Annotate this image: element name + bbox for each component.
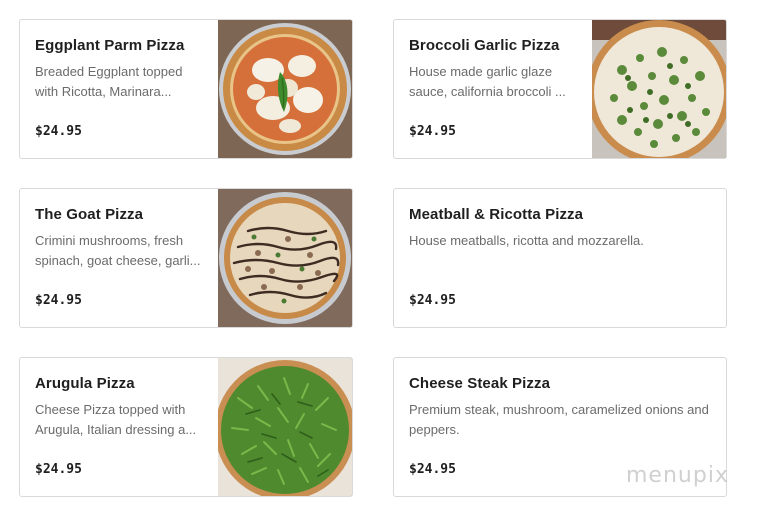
menu-item-description: Crimini mushrooms, fresh spinach, goat c… xyxy=(35,233,201,268)
menu-item-price: $24.95 xyxy=(409,293,456,308)
menu-item-description: Breaded Eggplant topped with Ricotta, Ma… xyxy=(35,64,183,99)
menu-item-info: Eggplant Parm Pizza Breaded Eggplant top… xyxy=(35,20,205,158)
watermark: menupix xyxy=(626,463,729,488)
menu-item-description: Premium steak, mushroom, caramelized oni… xyxy=(409,402,709,437)
menu-item-price: $24.95 xyxy=(409,124,456,139)
menu-item-name: Broccoli Garlic Pizza xyxy=(409,37,560,54)
menu-item-card[interactable]: The Goat Pizza Crimini mushrooms, fresh … xyxy=(19,188,353,328)
eggplant-parm-pizza-photo xyxy=(218,20,352,158)
menu-item-card[interactable]: Arugula Pizza Cheese Pizza topped with A… xyxy=(19,357,353,497)
menu-grid: Eggplant Parm Pizza Breaded Eggplant top… xyxy=(0,0,780,509)
menu-item-info: Broccoli Garlic Pizza House made garlic … xyxy=(409,20,579,158)
menu-item-info: Meatball & Ricotta Pizza House meatballs… xyxy=(409,189,715,327)
menu-item-description: Cheese Pizza topped with Arugula, Italia… xyxy=(35,402,197,437)
menu-item-description: House meatballs, ricotta and mozzarella. xyxy=(409,233,644,248)
goat-pizza-photo xyxy=(218,189,352,327)
menu-item-price: $24.95 xyxy=(35,293,82,308)
menu-item-description: House made garlic glaze sauce, californi… xyxy=(409,64,566,99)
menu-item-card[interactable]: Broccoli Garlic Pizza House made garlic … xyxy=(393,19,727,159)
broccoli-garlic-pizza-photo xyxy=(592,20,726,158)
menu-item-name: Meatball & Ricotta Pizza xyxy=(409,206,584,223)
menu-item-name: The Goat Pizza xyxy=(35,206,144,223)
menu-item-name: Arugula Pizza xyxy=(35,375,135,392)
menu-item-name: Cheese Steak Pizza xyxy=(409,375,551,392)
menu-item-name: Eggplant Parm Pizza xyxy=(35,37,185,54)
menu-item-price: $24.95 xyxy=(35,462,82,477)
menu-item-card[interactable]: Eggplant Parm Pizza Breaded Eggplant top… xyxy=(19,19,353,159)
menu-item-info: The Goat Pizza Crimini mushrooms, fresh … xyxy=(35,189,205,327)
menu-item-price: $24.95 xyxy=(409,462,456,477)
arugula-pizza-photo xyxy=(218,358,352,496)
menu-item-card[interactable]: Meatball & Ricotta Pizza House meatballs… xyxy=(393,188,727,328)
menu-item-info: Arugula Pizza Cheese Pizza topped with A… xyxy=(35,358,205,496)
menu-item-price: $24.95 xyxy=(35,124,82,139)
